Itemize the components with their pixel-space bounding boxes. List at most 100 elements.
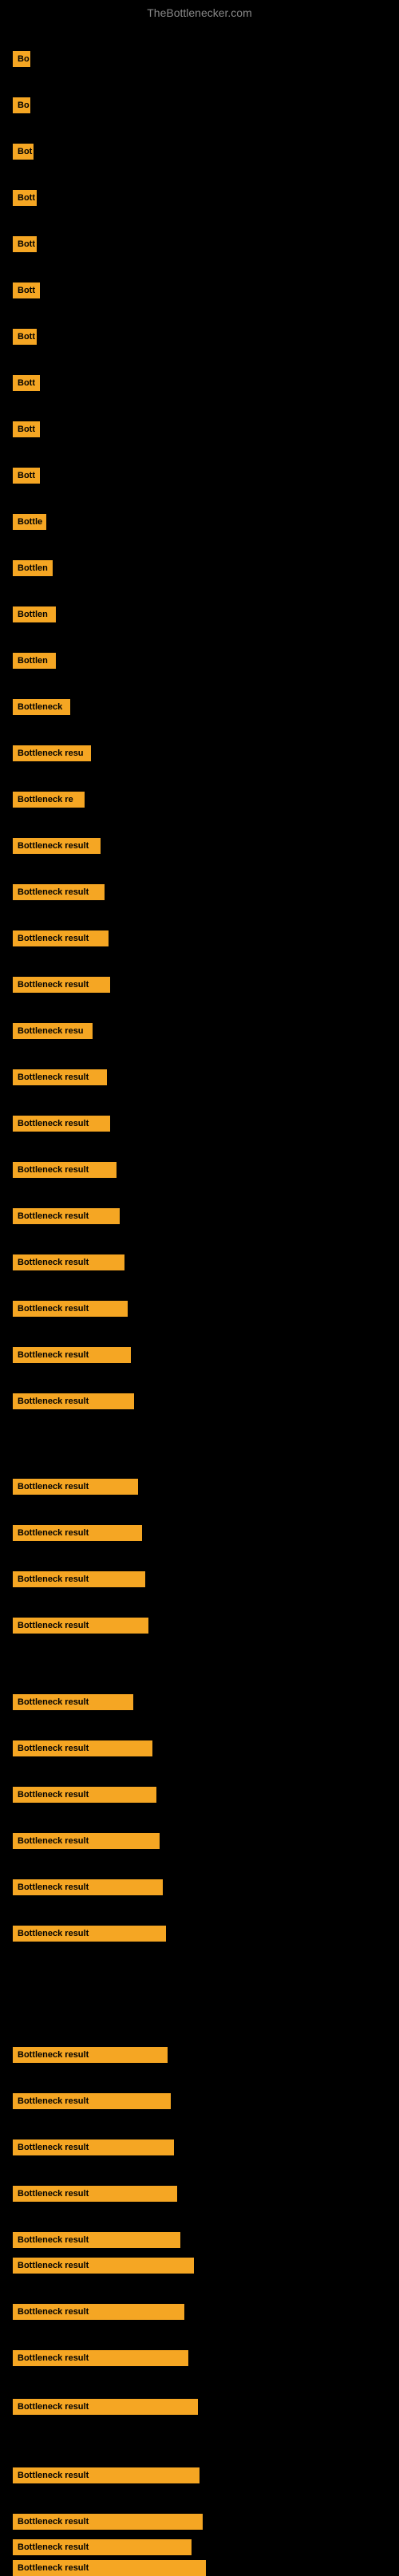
bottleneck-label: Bottleneck result (13, 977, 110, 993)
list-item: Bottleneck result (13, 1208, 120, 1224)
bottleneck-label: Bottleneck result (13, 2232, 180, 2248)
list-item: Bottleneck result (13, 2139, 174, 2155)
list-item: Bott (13, 421, 40, 437)
bottleneck-label: Bott (13, 190, 37, 206)
list-item: Bottleneck result (13, 2539, 192, 2555)
bottleneck-label: Bottleneck result (13, 930, 109, 946)
list-item: Bottleneck result (13, 884, 105, 900)
bottleneck-label: Bott (13, 468, 40, 484)
list-item: Bottleneck resu (13, 1023, 93, 1039)
bottleneck-label: Bottleneck result (13, 1301, 128, 1317)
bottleneck-label: Bottleneck result (13, 1254, 124, 1270)
bottleneck-label: Bottleneck result (13, 1525, 142, 1541)
bottleneck-label: Bott (13, 375, 40, 391)
list-item: Bottleneck result (13, 1301, 128, 1317)
list-item: Bottleneck result (13, 1740, 152, 1756)
bottleneck-label: Bottleneck result (13, 2350, 188, 2366)
list-item: Bottleneck result (13, 1254, 124, 1270)
list-item: Bottleneck result (13, 1694, 133, 1710)
bottleneck-label: Bo (13, 97, 30, 113)
list-item: Bo (13, 51, 30, 67)
bottleneck-label: Bottlen (13, 653, 56, 669)
list-item: Bottleneck result (13, 1618, 148, 1634)
list-item: Bottleneck result (13, 2232, 180, 2248)
list-item: Bottlen (13, 653, 56, 669)
bottleneck-label: Bottlen (13, 560, 53, 576)
bottleneck-label: Bottleneck result (13, 1833, 160, 1849)
bottleneck-label: Bottleneck result (13, 1618, 148, 1634)
list-item: Bottleneck result (13, 2350, 188, 2366)
list-item: Bottleneck result (13, 2186, 177, 2202)
list-item: Bottleneck result (13, 838, 101, 854)
list-item: Bottleneck result (13, 1879, 163, 1895)
list-item: Bottleneck result (13, 2258, 194, 2274)
list-item: Bott (13, 329, 37, 345)
list-item: Bott (13, 190, 37, 206)
bottleneck-label: Bottleneck result (13, 1069, 107, 1085)
list-item: Bottlen (13, 560, 53, 576)
bottleneck-label: Bottleneck result (13, 1347, 131, 1363)
bottleneck-label: Bottleneck result (13, 1208, 120, 1224)
list-item: Bottlen (13, 606, 56, 622)
list-item: Bottleneck result (13, 1926, 166, 1942)
list-item: Bottle (13, 514, 46, 530)
bottleneck-label: Bottleneck result (13, 2514, 203, 2530)
list-item: Bottleneck result (13, 2467, 200, 2483)
bottleneck-label: Bottleneck result (13, 2304, 184, 2320)
bottleneck-label: Bottleneck result (13, 1479, 138, 1495)
bottleneck-label: Bott (13, 329, 37, 345)
bottleneck-label: Bottlen (13, 606, 56, 622)
list-item: Bottleneck result (13, 2514, 203, 2530)
list-item: Bottleneck result (13, 2047, 168, 2063)
bottleneck-label: Bottleneck resu (13, 1023, 93, 1039)
list-item: Bottleneck result (13, 977, 110, 993)
bottleneck-label: Bottleneck result (13, 1571, 145, 1587)
list-item: Bottleneck result (13, 2093, 171, 2109)
list-item: Bottleneck result (13, 1571, 145, 1587)
items-container: BoBoBotBottBottBottBottBottBottBottBottl… (0, 22, 399, 38)
list-item: Bottleneck result (13, 2399, 198, 2415)
list-item: Bott (13, 282, 40, 298)
bottleneck-label: Bottleneck result (13, 1926, 166, 1942)
list-item: Bottleneck result (13, 1069, 107, 1085)
list-item: Bot (13, 144, 34, 160)
bottleneck-label: Bottleneck result (13, 1116, 110, 1132)
list-item: Bottleneck result (13, 1162, 117, 1178)
list-item: Bottleneck result (13, 1347, 131, 1363)
list-item: Bottleneck result (13, 1525, 142, 1541)
list-item: Bottleneck (13, 699, 70, 715)
bottleneck-label: Bottleneck (13, 699, 70, 715)
bottleneck-label: Bottleneck result (13, 1694, 133, 1710)
bottleneck-label: Bottleneck result (13, 2139, 174, 2155)
list-item: Bottleneck result (13, 1116, 110, 1132)
bottleneck-label: Bottleneck result (13, 2467, 200, 2483)
bottleneck-label: Bott (13, 282, 40, 298)
bottleneck-label: Bottleneck result (13, 2047, 168, 2063)
list-item: Bottleneck result (13, 2560, 206, 2576)
bottleneck-label: Bottleneck result (13, 2186, 177, 2202)
bottleneck-label: Bottle (13, 514, 46, 530)
bottleneck-label: Bottleneck result (13, 884, 105, 900)
list-item: Bottleneck result (13, 1393, 134, 1409)
bottleneck-label: Bottleneck resu (13, 745, 91, 761)
bottleneck-label: Bottleneck result (13, 2093, 171, 2109)
bottleneck-label: Bottleneck result (13, 1787, 156, 1803)
list-item: Bottleneck resu (13, 745, 91, 761)
list-item: Bott (13, 236, 37, 252)
bottleneck-label: Bottleneck result (13, 1393, 134, 1409)
list-item: Bottleneck result (13, 930, 109, 946)
bottleneck-label: Bottleneck result (13, 2258, 194, 2274)
bottleneck-label: Bottleneck result (13, 1162, 117, 1178)
bottleneck-label: Bottleneck re (13, 792, 85, 808)
list-item: Bottleneck result (13, 1833, 160, 1849)
list-item: Bottleneck result (13, 1479, 138, 1495)
list-item: Bottleneck result (13, 2304, 184, 2320)
bottleneck-label: Bottleneck result (13, 2560, 206, 2576)
bottleneck-label: Bott (13, 421, 40, 437)
bottleneck-label: Bottleneck result (13, 1879, 163, 1895)
bottleneck-label: Bottleneck result (13, 1740, 152, 1756)
list-item: Bottleneck result (13, 1787, 156, 1803)
list-item: Bott (13, 468, 40, 484)
list-item: Bo (13, 97, 30, 113)
site-title: TheBottlenecker.com (0, 0, 399, 22)
